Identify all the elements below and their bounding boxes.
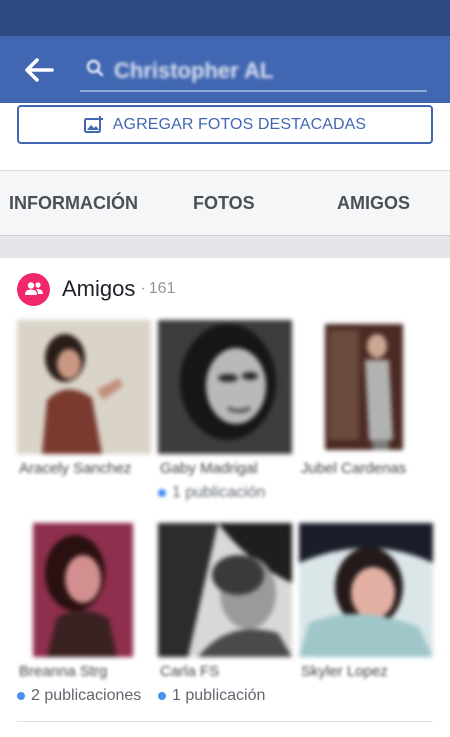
friend-tile[interactable]: Gaby Madrigal 1 publicación — [158, 320, 292, 501]
add-photo-icon — [83, 115, 103, 133]
friend-posts-label: 1 publicación — [172, 484, 266, 501]
friend-photo — [299, 523, 433, 657]
friend-photo — [158, 523, 292, 657]
app-bar: Christopher AL — [0, 36, 450, 103]
friend-tile[interactable]: Aracely Sanchez — [17, 320, 151, 477]
post-indicator-dot — [158, 489, 166, 497]
friend-tile[interactable]: Breanna Strg 2 publicaciones — [17, 523, 151, 704]
friend-name: Carla FS — [160, 663, 220, 680]
friend-photo — [158, 320, 292, 454]
friend-tile[interactable]: Skyler Lopez — [299, 523, 433, 680]
post-indicator-dot — [17, 692, 25, 700]
status-bar — [0, 0, 450, 36]
post-indicator-dot — [158, 692, 166, 700]
friend-photo — [299, 320, 433, 454]
search-query-text: Christopher AL — [114, 58, 274, 83]
friend-posts: 2 publicaciones — [17, 687, 157, 705]
friend-posts-label: 2 publicaciones — [31, 687, 142, 704]
bottom-divider — [17, 721, 433, 722]
count-separator: · — [140, 280, 146, 297]
featured-photos-section: AGREGAR FOTOS DESTACADAS — [0, 103, 450, 170]
tab-informacion[interactable]: INFORMACIÓN — [9, 171, 138, 235]
arrow-left-icon — [25, 58, 54, 82]
friends-count: 161 — [148, 280, 176, 297]
friend-name: Aracely Sanchez — [19, 460, 132, 477]
section-divider — [0, 236, 450, 258]
friend-name: Skyler Lopez — [301, 663, 388, 680]
add-featured-photos-label: AGREGAR FOTOS DESTACADAS — [112, 115, 367, 133]
friend-name: Jubel Cardenas — [301, 460, 407, 477]
friend-name: Gaby Madrigal — [160, 460, 258, 477]
tab-fotos[interactable]: FOTOS — [193, 171, 255, 235]
tab-amigos[interactable]: AMIGOS — [337, 171, 410, 235]
friends-title: Amigos — [62, 276, 136, 301]
search-input[interactable]: Christopher AL — [80, 50, 427, 92]
friend-posts-label: 1 publicación — [172, 687, 266, 704]
friend-posts: 1 publicación — [158, 484, 298, 502]
friend-name: Breanna Strg — [19, 663, 108, 680]
friend-photo — [17, 523, 151, 657]
friend-photo — [17, 320, 151, 454]
back-button[interactable] — [22, 56, 56, 84]
friends-section: Amigos · 161 Aracely Sanchez Gaby Madrig… — [0, 258, 450, 737]
profile-tabs: INFORMACIÓN FOTOS AMIGOS — [0, 170, 450, 236]
add-featured-photos-button[interactable]: AGREGAR FOTOS DESTACADAS — [17, 105, 433, 144]
search-icon — [86, 59, 104, 77]
friends-header[interactable]: Amigos · 161 — [17, 271, 175, 307]
friend-posts: 1 publicación — [158, 687, 298, 705]
friends-icon — [17, 272, 50, 306]
friend-tile[interactable]: Jubel Cardenas — [299, 320, 433, 477]
friend-tile[interactable]: Carla FS 1 publicación — [158, 523, 292, 704]
